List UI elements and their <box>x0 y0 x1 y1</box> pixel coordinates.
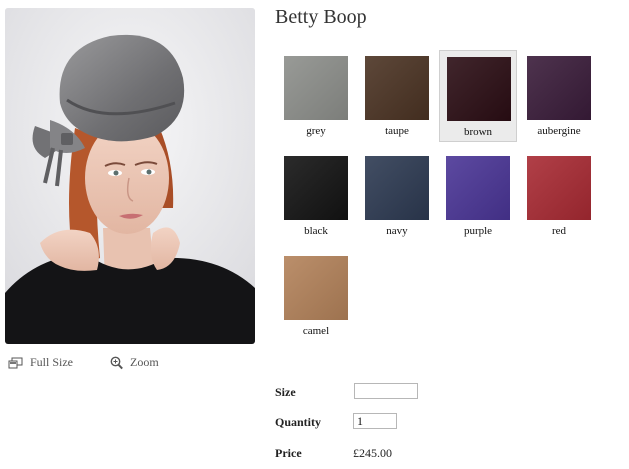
swatch-label: aubergine <box>537 125 581 137</box>
product-photo[interactable] <box>5 8 255 344</box>
price-value: £245.00 <box>353 446 392 460</box>
swatch-label: taupe <box>385 125 409 137</box>
colour-swatch-navy[interactable]: navy <box>358 150 436 242</box>
size-field[interactable] <box>354 383 418 399</box>
quantity-field[interactable] <box>353 413 397 429</box>
swatch-chip <box>365 156 429 220</box>
colour-swatch-aubergine[interactable]: aubergine <box>520 50 598 142</box>
swatch-chip <box>446 156 510 220</box>
full-size-icon <box>8 357 23 368</box>
swatch-chip <box>527 56 591 120</box>
quantity-label: Quantity <box>275 415 322 429</box>
price-label: Price <box>275 446 302 460</box>
swatch-chip <box>527 156 591 220</box>
colour-swatch-camel[interactable]: camel <box>277 250 355 342</box>
swatch-chip <box>365 56 429 120</box>
colour-swatch-purple[interactable]: purple <box>439 150 517 242</box>
zoom-link[interactable]: Zoom <box>110 355 159 370</box>
product-title: Betty Boop <box>275 6 367 28</box>
swatch-label: red <box>551 225 567 237</box>
swatch-chip <box>447 57 511 121</box>
swatch-chip <box>284 256 348 320</box>
zoom-label: Zoom <box>130 355 159 369</box>
swatch-label: grey <box>306 125 326 137</box>
colour-swatch-grey[interactable]: grey <box>277 50 355 142</box>
colour-swatch-red[interactable]: red <box>520 150 598 242</box>
swatch-label: black <box>304 225 328 237</box>
size-label: Size <box>275 385 296 399</box>
magnifier-icon <box>110 356 123 369</box>
full-size-link[interactable]: Full Size <box>8 355 73 370</box>
colour-swatch-brown[interactable]: brown <box>439 50 517 142</box>
swatch-label: navy <box>386 225 408 237</box>
swatch-chip <box>284 56 348 120</box>
swatch-label: purple <box>463 225 493 237</box>
full-size-label: Full Size <box>30 355 74 369</box>
swatch-label: brown <box>463 126 493 138</box>
colour-swatch-black[interactable]: black <box>277 150 355 242</box>
swatch-label: camel <box>302 325 330 337</box>
swatch-chip <box>284 156 348 220</box>
colour-swatch-taupe[interactable]: taupe <box>358 50 436 142</box>
model-wearing-hat-image <box>5 8 255 344</box>
